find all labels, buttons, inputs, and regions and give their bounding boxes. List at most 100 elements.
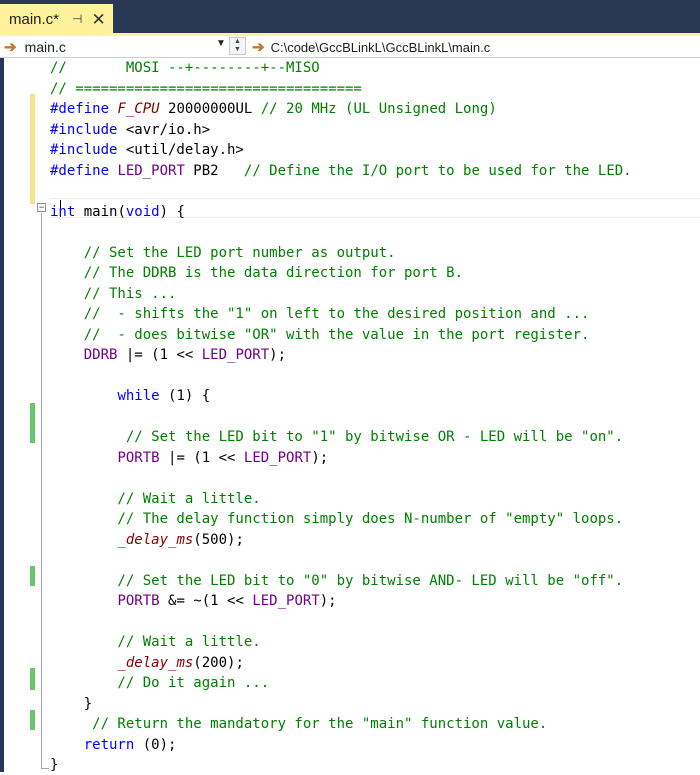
code-token: } — [50, 695, 93, 712]
code-line: #include <util/delay.h> — [50, 140, 244, 160]
code-line: #define LED_PORT PB2 // Define the I/O p… — [50, 161, 632, 181]
code-token: while — [117, 388, 160, 404]
code-token: // This ... — [50, 285, 177, 302]
code-token: _delay_ms — [117, 531, 194, 548]
code-token: PORTB — [117, 593, 160, 609]
member-dropdown[interactable]: ➔ C:\code\GccBLinkL\GccBLinkL\main.c — [252, 38, 490, 56]
scope-dropdown[interactable]: ➔ main.c ▼ — [4, 38, 230, 56]
code-token: // Wait a little. — [50, 490, 261, 507]
code-line: return (0); — [50, 735, 177, 755]
code-line: // MOSI --+--------+--MISO — [50, 58, 320, 78]
code-token: // Wait a little. — [50, 634, 261, 650]
code-line: #define F_CPU 20000000UL // 20 MHz (UL U… — [50, 99, 497, 119]
code-line: // Wait a little. — [50, 489, 261, 509]
document-tab-bar: main.c* ⊣ ✕ — [0, 0, 700, 34]
code-token: #include — [50, 142, 126, 158]
close-icon[interactable]: ✕ — [91, 11, 105, 28]
arrow-right-icon: ➔ — [4, 38, 17, 56]
code-line: // The DDRB is the data direction for po… — [50, 263, 463, 283]
code-line: PORTB &= ~(1 << LED_PORT); — [50, 591, 337, 611]
code-token: LED_PORT — [117, 162, 185, 179]
code-line: // - shifts the "1" on left to the desir… — [50, 304, 590, 324]
code-token: return — [83, 736, 135, 753]
code-line: PORTB |= (1 << LED_PORT); — [50, 448, 328, 468]
fold-guide-end — [41, 768, 49, 769]
code-token: // MOSI --+--------+--MISO — [50, 60, 320, 76]
code-line: #include <avr/io.h> — [50, 120, 210, 140]
change-marker — [30, 710, 35, 730]
code-token: // Set the LED bit to "1" by bitwise OR … — [50, 429, 624, 445]
code-token: LED_PORT — [252, 593, 320, 609]
code-line: // Set the LED bit to "1" by bitwise OR … — [50, 427, 623, 447]
code-line: // Set the LED bit to "0" by bitwise AND… — [50, 571, 623, 591]
collapse-icon[interactable]: − — [37, 203, 46, 212]
fold-guide — [41, 213, 42, 769]
pin-icon[interactable]: ⊣ — [72, 12, 82, 26]
code-token: PORTB — [117, 449, 160, 466]
code-token: // 20 MHz (UL Unsigned Long) — [260, 101, 497, 117]
code-token: #define — [50, 162, 118, 179]
code-token: LED_PORT — [201, 347, 270, 363]
code-token: main( — [75, 203, 126, 220]
code-token: #include — [50, 121, 126, 138]
spin-arrows-icon[interactable]: ▲ ▼ — [229, 37, 246, 55]
code-token: void — [125, 203, 160, 220]
chevron-down-icon[interactable]: ▼ — [216, 38, 226, 49]
tab-main-c[interactable]: main.c* ⊣ ✕ — [0, 4, 113, 34]
code-token: // The delay function simply does N-numb… — [50, 511, 624, 527]
code-line: _delay_ms(500); — [50, 530, 244, 550]
code-token: ) { — [159, 203, 185, 220]
code-token: // - shifts the "1" on left to the desir… — [50, 306, 590, 322]
file-path-label: C:\code\GccBLinkL\GccBLinkL\main.c — [270, 39, 491, 55]
code-token: // Set the LED bit to "0" by bitwise AND… — [50, 572, 624, 589]
code-token: (0); — [134, 736, 177, 753]
code-editor[interactable]: − // MOSI --+--------+--MISO // =========… — [0, 58, 700, 775]
change-marker — [30, 668, 35, 690]
code-token: ); — [311, 449, 329, 466]
navigation-bar: ➔ main.c ▼ ▲ ▼ ➔ C:\code\GccBLinkL\GccBLi… — [0, 36, 700, 58]
code-line: } — [50, 755, 58, 775]
code-line: DDRB |= (1 << LED_PORT); — [50, 345, 286, 365]
code-token: // Define the I/O port to be used for th… — [243, 162, 632, 179]
code-token: 20000000UL — [159, 101, 261, 117]
code-line: // Return the mandatory for the "main" f… — [50, 714, 547, 734]
code-token: // The DDRB is the data direction for po… — [50, 265, 464, 281]
code-token: ); — [319, 593, 337, 609]
change-marker — [30, 566, 35, 586]
code-token: PB2 — [184, 162, 244, 179]
code-token: // Do it again ... — [50, 675, 270, 691]
code-token: F_CPU — [117, 101, 160, 117]
code-token: DDRB — [83, 347, 118, 363]
code-line: // - does bitwise "OR" with the value in… — [50, 325, 590, 345]
code-line: // Set the LED port number as output. — [50, 243, 396, 263]
code-token: <avr/io.h> — [125, 121, 211, 138]
code-token: &= ~(1 << — [159, 593, 253, 609]
code-token: #define — [50, 101, 118, 117]
code-token: // ================================== — [50, 80, 362, 97]
code-line: // This ... — [50, 284, 177, 304]
code-token: (200); — [193, 654, 244, 671]
editor-left-border — [0, 58, 4, 772]
code-line: // Wait a little. — [50, 632, 261, 652]
code-token: (1) { — [159, 388, 211, 404]
code-line: int main(void) { — [50, 202, 185, 222]
change-marker — [30, 94, 35, 204]
scope-label: main.c — [24, 38, 66, 55]
code-line: // Do it again ... — [50, 673, 269, 693]
code-token: // Return the mandatory for the "main" f… — [50, 716, 548, 732]
code-token: |= (1 << — [117, 347, 202, 363]
code-token: <util/delay.h> — [125, 142, 244, 158]
code-line: // The delay function simply does N-numb… — [50, 509, 623, 529]
code-token: |= (1 << — [159, 449, 244, 466]
code-token: (500); — [193, 531, 244, 548]
code-line: while (1) { — [50, 386, 210, 406]
code-token: } — [50, 757, 59, 773]
code-token: // - does bitwise "OR" with the value in… — [50, 326, 590, 343]
